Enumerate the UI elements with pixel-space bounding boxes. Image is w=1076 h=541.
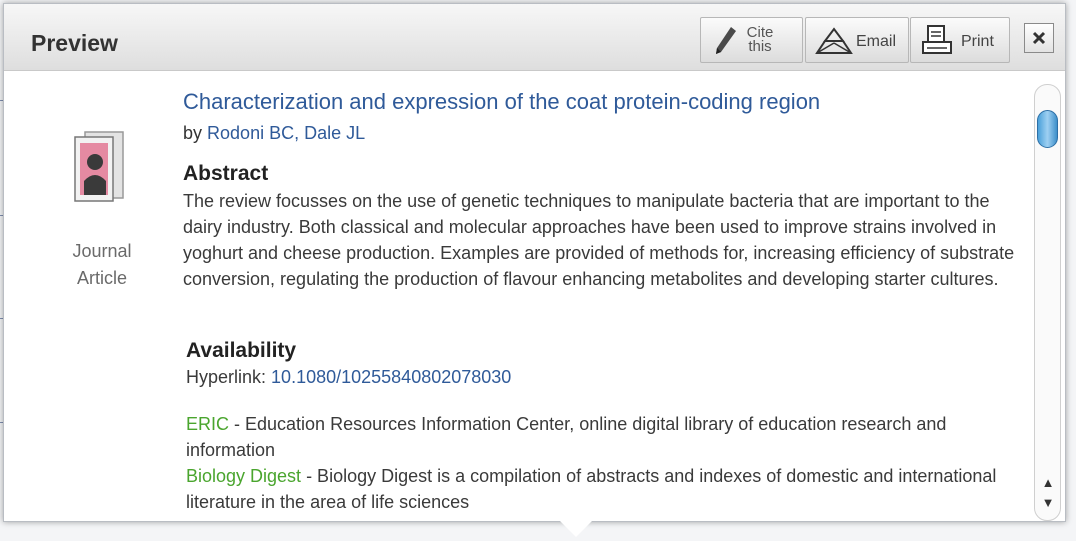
record-title-link[interactable]: Characterization and expression of the c… (183, 89, 820, 115)
preview-popup: Preview Cite this Email Print Journal Ar… (3, 3, 1066, 522)
hyperlink-line: Hyperlink: 10.1080/10255840802078030 (186, 367, 511, 388)
scroll-up-arrow-icon[interactable]: ▲ (1039, 475, 1057, 491)
print-label: Print (961, 33, 994, 50)
byline: by Rodoni BC, Dale JL (183, 123, 365, 144)
close-button[interactable] (1024, 23, 1054, 53)
email-label: Email (856, 33, 897, 50)
popup-pointer (560, 521, 592, 537)
email-triangle-icon (815, 27, 853, 54)
database-entry-biology-digest: Biology Digest - Biology Digest is a com… (186, 463, 1021, 515)
hyperlink-label: Hyperlink: (186, 367, 267, 387)
availability-heading: Availability (186, 339, 297, 362)
database-name-link[interactable]: ERIC (186, 414, 229, 434)
database-description: - Biology Digest is a compilation of abs… (186, 466, 997, 512)
journal-article-icon (74, 131, 124, 202)
close-x-icon (1032, 31, 1046, 45)
scroll-down-arrow-icon[interactable]: ▼ (1039, 495, 1057, 511)
database-name-link[interactable]: Biology Digest (186, 466, 301, 486)
popup-header: Preview Cite this Email Print (4, 4, 1065, 71)
database-description: - Education Resources Information Center… (186, 414, 947, 460)
popup-title: Preview (31, 30, 118, 56)
abstract-heading: Abstract (183, 162, 269, 185)
email-button[interactable]: Email (805, 17, 909, 63)
abstract-text: The review focusses on the use of geneti… (183, 191, 1015, 289)
record-type-label: Journal Article (72, 241, 132, 288)
by-prefix: by (183, 123, 203, 143)
doi-link[interactable]: 10.1080/10255840802078030 (271, 367, 511, 387)
scroll-thumb[interactable] (1037, 110, 1058, 148)
cite-label: Cite this (746, 24, 774, 55)
cite-button[interactable]: Cite this (700, 17, 803, 63)
printer-icon (922, 25, 952, 54)
print-button[interactable]: Print (910, 17, 1010, 63)
vertical-scrollbar[interactable]: ▲ ▼ (1034, 84, 1061, 521)
pencil-icon (716, 27, 736, 54)
author-link[interactable]: Rodoni BC, Dale JL (207, 123, 365, 143)
database-entry-eric: ERIC - Education Resources Information C… (186, 411, 1021, 463)
